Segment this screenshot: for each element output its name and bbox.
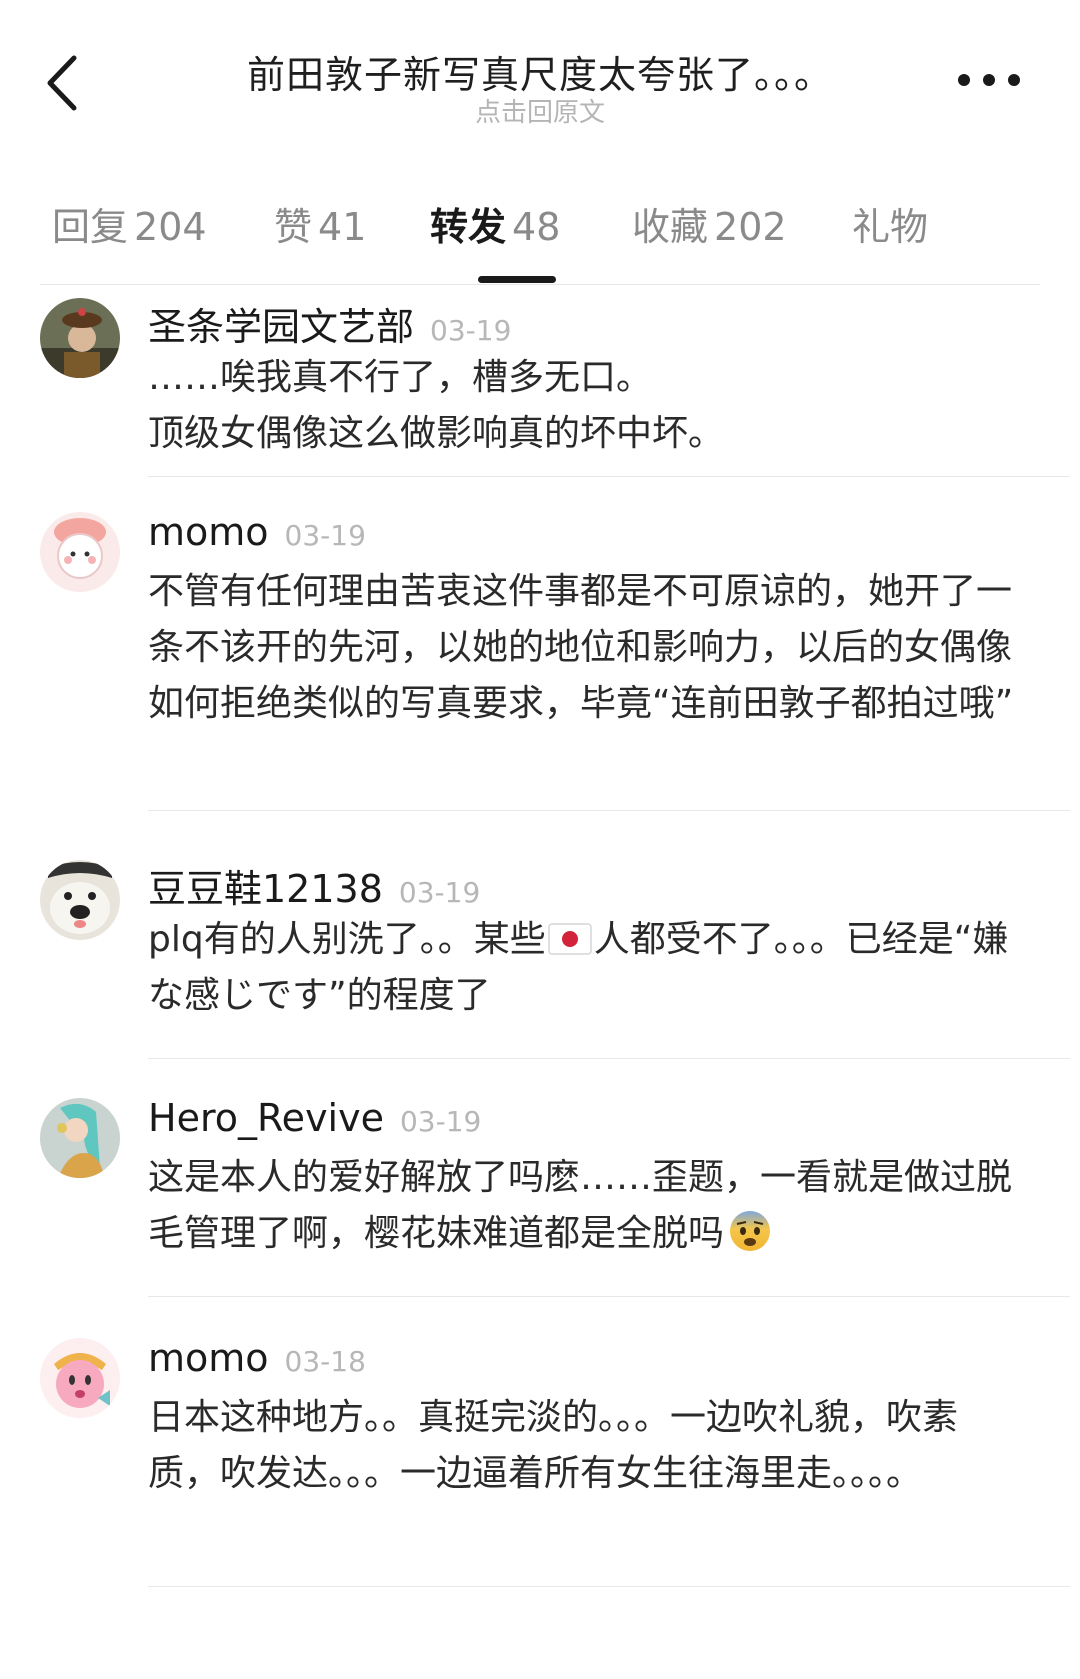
tab-gifts[interactable]: 礼物 xyxy=(852,196,934,251)
more-dot-icon xyxy=(1008,74,1020,86)
username[interactable]: momo xyxy=(148,1336,269,1380)
divider xyxy=(148,1058,1070,1059)
tab-favorites[interactable]: 收藏 202 xyxy=(632,196,787,251)
page-title: 前田敦子新写真尺度太夸张了。。。 xyxy=(246,53,833,97)
japan-flag-icon xyxy=(547,923,592,955)
username[interactable]: Hero_Revive xyxy=(148,1096,384,1140)
comment-text: 日本这种地方。。真挺完淡的。。。一边吹礼貌，吹素质，吹发达。。。一边逼着所有女生… xyxy=(148,1397,959,1494)
divider xyxy=(148,1296,1070,1297)
divider xyxy=(148,476,1070,477)
post-date: 03-18 xyxy=(284,1345,366,1378)
avatar[interactable] xyxy=(40,1338,120,1418)
comment-text: plq有的人别洗了。。某些 人都受不了。。。已经是“嫌な感じです”的程度了 xyxy=(148,919,1009,1016)
divider xyxy=(148,810,1070,811)
post-date: 03-19 xyxy=(398,876,481,909)
post-date: 03-19 xyxy=(399,1105,482,1138)
tabs-divider xyxy=(40,284,1040,285)
comment-text: 这是本人的爱好解放了吗麽……歪题，一看就是做过脱毛管理了啊，樱花妹难道都是全脱吗 xyxy=(148,1157,1013,1254)
post-date: 03-19 xyxy=(284,519,366,552)
avatar[interactable] xyxy=(40,860,120,940)
list-item[interactable]: momo 03-19 不管有任何理由苦衷这件事都是不可原谅的，她开了一条不该开的先… xyxy=(0,500,1080,848)
fearful-face-emoji-icon xyxy=(730,1211,771,1251)
comment-text: 不管有任何理由苦衷这件事都是不可原谅的，她开了一条不该开的先河，以她的地位和影响… xyxy=(148,571,1014,724)
tab-reposts[interactable]: 转发 48 xyxy=(430,196,560,251)
tab-replies[interactable]: 回复 204 xyxy=(52,196,207,251)
avatar[interactable] xyxy=(40,512,120,592)
list-item[interactable]: 圣条学园文艺部 03-19 ……唉我真不行了，槽多无口。 顶级女偶像这么做影响真的… xyxy=(0,286,1080,500)
repost-list: 圣条学园文艺部 03-19 ……唉我真不行了，槽多无口。 顶级女偶像这么做影响真的… xyxy=(0,286,1080,1626)
anime-avatar-icon xyxy=(40,1098,120,1178)
avatar[interactable] xyxy=(40,1098,120,1178)
active-tab-indicator xyxy=(478,276,556,283)
comment-text: ……唉我真不行了，槽多无口。 顶级女偶像这么做影响真的坏中坏。 xyxy=(148,357,725,454)
list-item[interactable]: 豆豆鞋12138 03-19 plq有的人别洗了。。某些 人都受不了。。。已经是“嫌… xyxy=(0,848,1080,1086)
list-item[interactable]: Hero_Revive 03-19 这是本人的爱好解放了吗麽……歪题，一看就是做过… xyxy=(0,1086,1080,1326)
more-dot-icon xyxy=(983,74,995,86)
username[interactable]: 圣条学园文艺部 xyxy=(148,305,414,349)
more-options-button[interactable] xyxy=(958,62,1020,98)
stats-tabs: 回复 204 赞 41 转发 48 收藏 202 礼物 xyxy=(40,196,1040,286)
top-bar: 前田敦子新写真尺度太夸张了。。。 点击回原文 xyxy=(0,0,1080,150)
kirby-avatar-icon xyxy=(40,1338,120,1418)
username[interactable]: momo xyxy=(148,510,269,554)
list-item[interactable]: momo 03-18 日本这种地方。。真挺完淡的。。。一边吹礼貌，吹素质，吹发达。… xyxy=(0,1326,1080,1626)
post-date: 03-19 xyxy=(430,314,512,347)
tab-likes[interactable]: 赞 41 xyxy=(274,196,366,251)
cartoon-avatar-icon xyxy=(40,512,120,592)
username[interactable]: 豆豆鞋12138 xyxy=(148,867,383,911)
portrait-avatar-icon xyxy=(40,298,120,378)
divider xyxy=(148,1586,1070,1587)
dog-avatar-icon xyxy=(40,860,120,940)
avatar[interactable] xyxy=(40,298,120,378)
back-to-original-link[interactable]: 点击回原文 xyxy=(0,92,1080,129)
more-dot-icon xyxy=(958,74,970,86)
